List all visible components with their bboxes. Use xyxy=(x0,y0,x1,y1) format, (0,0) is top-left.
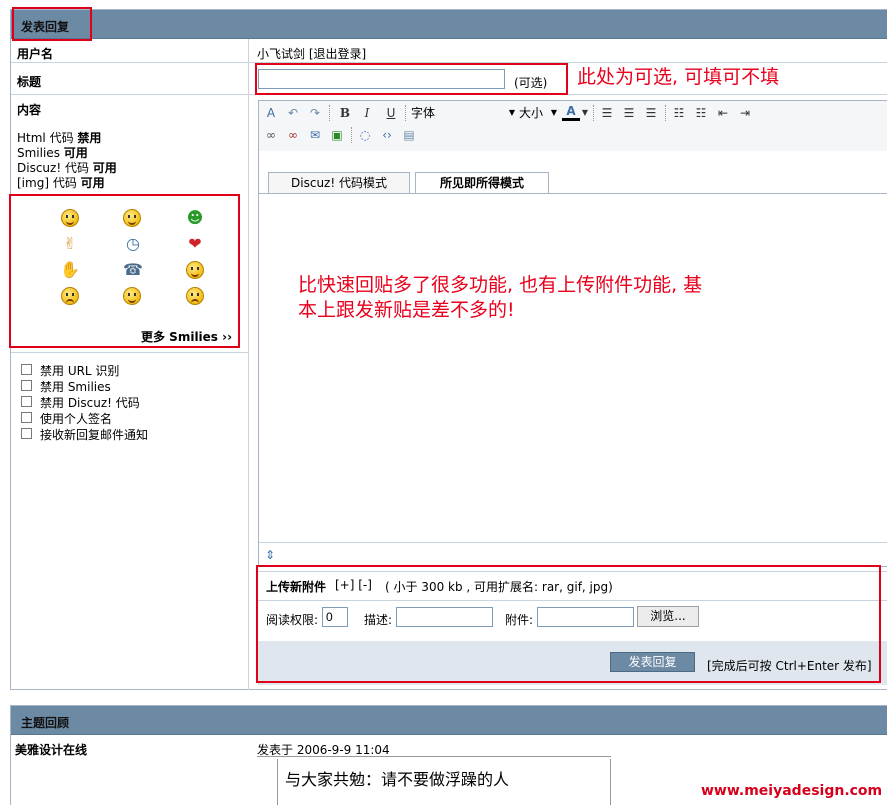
content-label: 内容 xyxy=(17,103,42,117)
size-select[interactable]: 大小 ▼ xyxy=(519,105,557,121)
editor-bottom-divider xyxy=(259,542,887,543)
unlink-icon[interactable]: ∞ xyxy=(285,127,301,143)
code-status-list: Html 代码 禁用 Smilies 可用 Discuz! 代码 可用 [img… xyxy=(17,131,117,191)
review-author[interactable]: 美雅设计在线 xyxy=(15,741,87,758)
tab-label: 所见即所得模式 xyxy=(439,176,524,190)
use-signature-checkbox[interactable] xyxy=(21,412,32,423)
disable-url-checkbox[interactable] xyxy=(21,364,32,375)
email-notify-checkbox[interactable] xyxy=(21,428,32,439)
column-divider xyxy=(248,39,249,690)
review-date-underline xyxy=(257,756,611,757)
annotation-editor-note-line2: 本上跟发新贴是差不多的! xyxy=(298,299,515,321)
annotation-box-subject xyxy=(255,63,568,95)
outdent-icon[interactable]: ⇤ xyxy=(715,105,731,121)
chevron-down-icon[interactable]: ▼ xyxy=(581,105,589,121)
code-status-smilies: Smilies 可用 xyxy=(17,146,88,160)
review-post-text: 与大家共勉：请不要做浮躁的人 xyxy=(285,770,510,789)
redo-icon[interactable]: ↷ xyxy=(307,105,323,121)
font-color-icon[interactable]: A xyxy=(562,103,580,121)
clear-format-icon[interactable]: A xyxy=(263,105,279,121)
review-panel-header: 主题回顾 xyxy=(11,706,887,735)
align-center-icon[interactable]: ☰ xyxy=(621,105,637,121)
annotation-editor-note-line1: 比快速回贴多了很多功能, 也有上传附件功能, 基 xyxy=(298,274,703,296)
annotation-box-attachments xyxy=(256,565,881,683)
size-select-label: 大小 xyxy=(519,106,544,120)
bold-icon[interactable]: B xyxy=(337,105,353,121)
tab-discuz-code[interactable]: Discuz! 代码模式 xyxy=(268,172,410,194)
unordered-list-icon[interactable]: ☷ xyxy=(693,105,709,121)
email-icon[interactable]: ✉ xyxy=(307,127,323,143)
option-label: 禁用 Smilies xyxy=(40,380,111,394)
subject-label: 标题 xyxy=(17,75,42,89)
image-icon[interactable]: ▣ xyxy=(329,127,345,143)
username-label: 用户名 xyxy=(17,47,54,61)
font-select[interactable]: 字体 ▼ xyxy=(411,105,515,121)
align-right-icon[interactable]: ☰ xyxy=(643,105,659,121)
tab-label: Discuz! 代码模式 xyxy=(291,176,387,190)
review-post-box: 与大家共勉：请不要做浮躁的人 xyxy=(277,759,611,805)
reply-panel-header: 发表回复 xyxy=(11,10,887,39)
resize-handle-icon[interactable]: ⇕ xyxy=(265,548,275,562)
site-watermark: www.meiyadesign.com xyxy=(701,783,883,799)
ordered-list-icon[interactable]: ☷ xyxy=(671,105,687,121)
code-icon[interactable]: ‹› xyxy=(379,127,395,143)
annotation-box-smilies xyxy=(9,194,240,348)
chevron-down-icon: ▼ xyxy=(508,108,515,117)
toolbar-separator xyxy=(351,127,353,143)
font-select-label: 字体 xyxy=(411,106,436,120)
annotation-subject-note: 此处为可选, 可填可不填 xyxy=(577,66,780,88)
smilies-divider xyxy=(11,352,248,353)
toolbar-separator xyxy=(665,105,667,121)
italic-icon[interactable]: I xyxy=(359,105,375,121)
editor-toolbar: A ↶ ↷ B I U 字体 ▼ 大小 ▼ A ▼ ☰ ☰ ☰ ☷ ☷ ⇤ ⇥ … xyxy=(259,101,887,151)
disable-smilies-checkbox[interactable] xyxy=(21,380,32,391)
username-value[interactable]: 小飞试剑 [退出登录] xyxy=(257,45,366,62)
code-status-html: Html 代码 禁用 xyxy=(17,131,102,145)
underline-icon[interactable]: U xyxy=(383,105,399,121)
undo-icon[interactable]: ↶ xyxy=(285,105,301,121)
code-status-img: [img] 代码 可用 xyxy=(17,176,105,190)
link-icon[interactable]: ∞ xyxy=(263,127,279,143)
code-status-discuz: Discuz! 代码 可用 xyxy=(17,161,117,175)
review-panel-title: 主题回顾 xyxy=(21,716,70,730)
quote-icon[interactable]: ◌ xyxy=(357,127,373,143)
align-left-icon[interactable]: ☰ xyxy=(599,105,615,121)
disable-discuz-code-checkbox[interactable] xyxy=(21,396,32,407)
indent-icon[interactable]: ⇥ xyxy=(737,105,753,121)
tab-wysiwyg[interactable]: 所见即所得模式 xyxy=(415,172,549,194)
toolbar-separator xyxy=(405,105,407,121)
option-label: 禁用 URL 识别 xyxy=(40,364,120,378)
option-label: 接收新回复邮件通知 xyxy=(40,428,149,442)
toolbar-separator xyxy=(593,105,595,121)
toolbar-separator xyxy=(329,105,331,121)
option-label: 使用个人签名 xyxy=(40,412,113,426)
annotation-box-title xyxy=(12,7,92,41)
option-label: 禁用 Discuz! 代码 xyxy=(40,396,140,410)
table-icon[interactable]: ▤ xyxy=(401,127,417,143)
editor-content-area[interactable] xyxy=(259,194,887,542)
chevron-down-icon: ▼ xyxy=(550,108,557,117)
editor: A ↶ ↷ B I U 字体 ▼ 大小 ▼ A ▼ ☰ ☰ ☰ ☷ ☷ ⇤ ⇥ … xyxy=(258,100,887,567)
